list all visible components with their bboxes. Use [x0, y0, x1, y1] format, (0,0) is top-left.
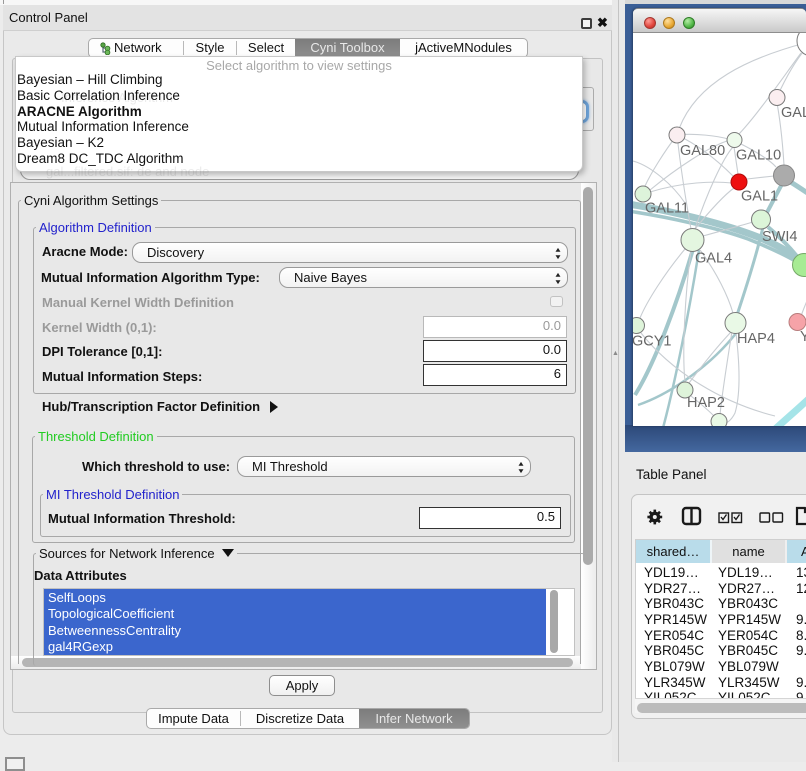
- svg-text:GAL7: GAL7: [781, 105, 806, 121]
- svg-text:SWI4: SWI4: [762, 229, 797, 245]
- svg-text:GAL11: GAL11: [645, 201, 689, 217]
- svg-text:GCY1: GCY1: [633, 334, 672, 350]
- svg-text:HAP4: HAP4: [737, 331, 775, 347]
- svg-text:HAP2: HAP2: [687, 395, 725, 411]
- svg-text:GAL4: GAL4: [695, 251, 732, 267]
- svg-text:GAL1: GAL1: [741, 189, 778, 205]
- svg-text:GAL10: GAL10: [736, 148, 781, 164]
- svg-text:Y: Y: [800, 329, 806, 345]
- svg-text:GAL80: GAL80: [680, 143, 725, 159]
